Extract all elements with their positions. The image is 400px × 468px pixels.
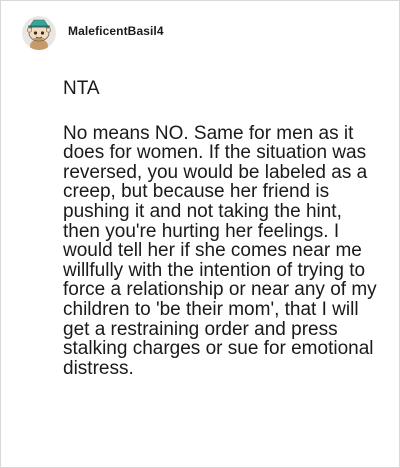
comment-body: NTA No means NO. Same for men as it does… bbox=[63, 79, 383, 378]
comment-paragraph: No means NO. Same for men as it does for… bbox=[63, 122, 377, 379]
comment-header: MaleficentBasil4 bbox=[22, 15, 164, 51]
comment-card: MaleficentBasil4 NTA No means NO. Same f… bbox=[0, 0, 400, 468]
username[interactable]: MaleficentBasil4 bbox=[68, 24, 164, 38]
comment-paragraph: NTA bbox=[63, 78, 100, 99]
avatar-icon[interactable] bbox=[22, 16, 56, 50]
